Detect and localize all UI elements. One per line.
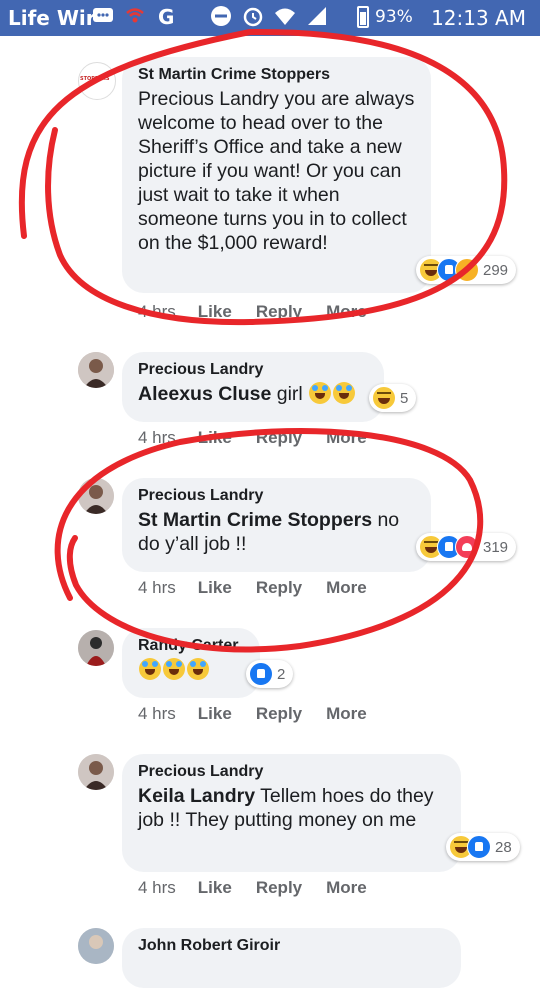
avatar[interactable] — [78, 754, 114, 790]
wifi-calling-icon — [124, 5, 146, 27]
avatar[interactable] — [78, 352, 114, 388]
care-reaction-icon — [455, 258, 479, 282]
like-reaction-icon — [467, 835, 491, 859]
comment-timestamp: 4 hrs — [138, 878, 176, 897]
reaction-summary[interactable]: 5 — [369, 384, 417, 412]
mention-link[interactable]: St Martin Crime Stoppers — [138, 509, 372, 531]
comment-timestamp: 4 hrs — [138, 578, 176, 597]
comment-bubble: Randy Carter — [122, 628, 260, 698]
more-button[interactable]: More — [326, 704, 367, 724]
comment-bubble: John Robert Giroir — [122, 928, 461, 988]
comment-actions: 4 hrs Like Reply More — [138, 428, 391, 448]
comment-bubble: Precious Landry Aleexus Cluse girl — [122, 352, 384, 422]
battery-indicator: 93% — [357, 6, 413, 28]
google-icon: G — [156, 5, 178, 29]
mention-link[interactable]: Keila Landry — [138, 785, 255, 807]
reaction-summary[interactable]: 299 — [416, 256, 517, 284]
avatar[interactable] — [78, 478, 114, 514]
reply-button[interactable]: Reply — [256, 302, 302, 322]
like-button[interactable]: Like — [198, 302, 232, 322]
reaction-count: 319 — [483, 538, 509, 556]
reaction-summary[interactable]: 2 — [246, 660, 294, 688]
comment-text: Precious Landry you are always welcome t… — [138, 88, 415, 254]
tears-of-joy-emoji-icon — [187, 658, 209, 680]
reply-button[interactable]: Reply — [256, 428, 302, 448]
reply-button[interactable]: Reply — [256, 878, 302, 898]
more-button[interactable]: More — [326, 578, 367, 598]
message-icon — [92, 5, 114, 27]
reply-button[interactable]: Reply — [256, 704, 302, 724]
wifi-icon — [274, 5, 296, 27]
status-icons: G — [92, 5, 328, 29]
comment-actions: 4 hrs Like Reply More — [138, 878, 391, 898]
reaction-summary[interactable]: 28 — [446, 833, 520, 861]
reaction-count: 28 — [495, 838, 512, 856]
comment-author[interactable]: Precious Landry — [138, 763, 445, 781]
comment-text: Keila Landry Tellem hoes do they job !! … — [138, 784, 445, 832]
comment-bubble: Precious Landry Keila Landry Tellem hoes… — [122, 754, 461, 872]
comment-timestamp: 4 hrs — [138, 302, 176, 321]
comment-bubble: St Martin Crime Stoppers Precious Landry… — [122, 57, 431, 293]
love-reaction-icon — [455, 535, 479, 559]
tears-of-joy-emoji-icon — [163, 658, 185, 680]
comment-body: girl — [271, 383, 309, 405]
battery-level: 93% — [375, 7, 413, 27]
tears-of-joy-emoji-icon — [309, 382, 332, 404]
crime-stoppers-logo: STOPPERS — [80, 76, 110, 82]
comment-author[interactable]: John Robert Giroir — [138, 937, 445, 955]
comment-text — [138, 658, 244, 682]
comment-actions: 4 hrs Like Reply More — [138, 578, 391, 598]
avatar[interactable]: STOPPERS — [78, 62, 116, 100]
mention-link[interactable]: Aleexus Cluse — [138, 383, 271, 405]
like-reaction-icon — [249, 662, 273, 686]
signal-icon — [306, 5, 328, 27]
comment-text: St Martin Crime Stoppers no do y’all job… — [138, 508, 415, 556]
tears-of-joy-emoji-icon — [139, 658, 161, 680]
more-button[interactable]: More — [326, 302, 367, 322]
tears-of-joy-emoji-icon — [333, 382, 356, 404]
status-bar: Life Wir G 93% 12:13 AM — [0, 0, 540, 36]
comment-text: Aleexus Cluse girl — [138, 382, 368, 406]
like-button[interactable]: Like — [198, 704, 232, 724]
alarm-icon — [242, 5, 264, 27]
comment-author[interactable]: Randy Carter — [138, 637, 244, 655]
comment-timestamp: 4 hrs — [138, 704, 176, 723]
comment-timestamp: 4 hrs — [138, 428, 176, 447]
clock: 12:13 AM — [431, 6, 526, 30]
comment-author[interactable]: Precious Landry — [138, 487, 415, 505]
comment-actions: 4 hrs Like Reply More — [138, 704, 391, 724]
svg-text:G: G — [158, 5, 174, 27]
comment-bubble: Precious Landry St Martin Crime Stoppers… — [122, 478, 431, 572]
like-button[interactable]: Like — [198, 578, 232, 598]
more-button[interactable]: More — [326, 878, 367, 898]
avatar[interactable] — [78, 928, 114, 964]
comment-author[interactable]: St Martin Crime Stoppers — [138, 66, 415, 84]
battery-icon — [357, 6, 369, 28]
do-not-disturb-icon — [210, 5, 232, 27]
more-button[interactable]: More — [326, 428, 367, 448]
reaction-count: 2 — [277, 665, 286, 683]
reaction-count: 299 — [483, 261, 509, 279]
reaction-count: 5 — [400, 389, 409, 407]
carrier-name: Life Wir — [8, 6, 96, 30]
avatar[interactable] — [78, 630, 114, 666]
haha-reaction-icon — [372, 386, 396, 410]
comment-actions: 4 hrs Like Reply More — [138, 302, 391, 322]
comment-author[interactable]: Precious Landry — [138, 361, 368, 379]
like-button[interactable]: Like — [198, 878, 232, 898]
reply-button[interactable]: Reply — [256, 578, 302, 598]
like-button[interactable]: Like — [198, 428, 232, 448]
reaction-summary[interactable]: 319 — [416, 533, 517, 561]
